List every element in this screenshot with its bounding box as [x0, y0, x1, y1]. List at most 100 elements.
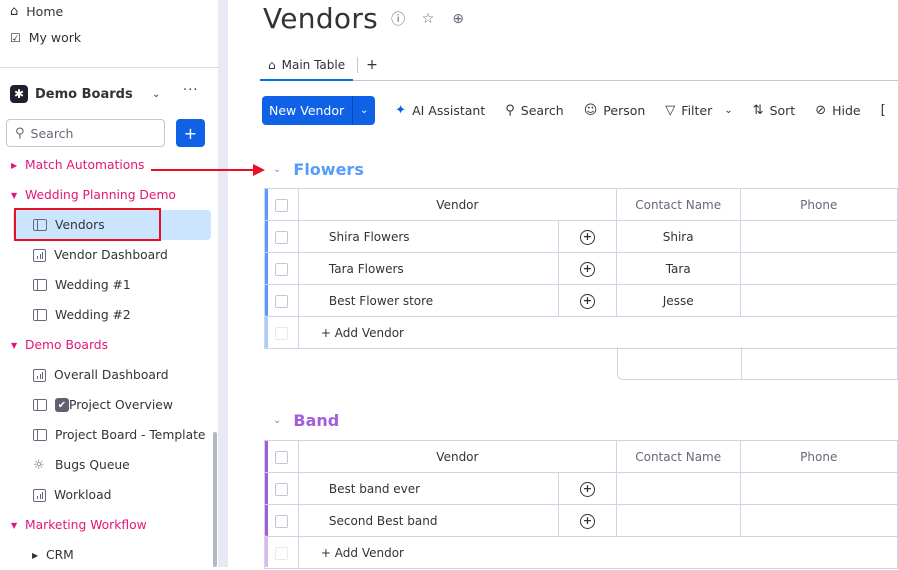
folder-match-automations[interactable]: ▶ Match Automations [0, 150, 219, 180]
nav-home[interactable]: ⌂ Home [0, 0, 219, 22]
contact-cell[interactable] [615, 472, 741, 505]
sidebar-item-crm[interactable]: ▶ CRM [0, 540, 219, 570]
add-vendor-input[interactable]: + Add Vendor [297, 536, 898, 569]
add-update-cell[interactable]: + [558, 220, 617, 253]
info-icon[interactable]: ⓘ [388, 9, 408, 29]
column-header-vendor[interactable]: Vendor [297, 188, 617, 221]
eye-off-icon: ⊘ [815, 103, 827, 118]
select-all-checkbox[interactable] [264, 440, 299, 473]
table-row[interactable]: Shira Flowers + Shira [264, 220, 898, 253]
sort-button[interactable]: ⇅ Sort [753, 103, 796, 118]
folder-demo-boards[interactable]: ▼ Demo Boards [0, 330, 219, 360]
nav-home-label: Home [26, 3, 64, 19]
row-checkbox[interactable] [264, 284, 299, 317]
workspace-header[interactable]: ✱ Demo Boards ⌄ ··· [10, 82, 210, 106]
add-update-icon[interactable]: + [579, 513, 595, 529]
add-update-cell[interactable]: + [558, 504, 617, 537]
select-all-checkbox[interactable] [264, 188, 299, 221]
bug-icon: ☼ [33, 457, 45, 473]
filter-button[interactable]: ▽ Filter ⌄ [665, 103, 732, 118]
add-view-button[interactable]: + [366, 57, 378, 73]
vendor-name-cell[interactable]: Shira Flowers [297, 220, 560, 253]
caret-right-icon: ▶ [32, 550, 39, 560]
chevron-down-icon[interactable]: ⌄ [353, 105, 375, 116]
add-update-cell[interactable]: + [558, 252, 617, 285]
chevron-down-icon[interactable]: ⌄ [724, 105, 732, 116]
row-checkbox[interactable] [264, 252, 299, 285]
vendor-name-cell[interactable]: Second Best band [297, 504, 560, 537]
row-checkbox[interactable] [264, 504, 299, 537]
add-row[interactable]: + Add Vendor [264, 316, 898, 349]
ai-assistant-button[interactable]: ✦ AI Assistant [395, 103, 485, 118]
sidebar-item-workload[interactable]: Workload [0, 480, 219, 510]
search-button[interactable]: ⚲ Search [505, 103, 563, 118]
folder-marketing-workflow[interactable]: ▼ Marketing Workflow [0, 510, 219, 540]
new-vendor-button[interactable]: New Vendor ⌄ [262, 96, 376, 125]
sidebar-item-wedding-1[interactable]: Wedding #1 [0, 270, 219, 300]
phone-cell[interactable] [739, 504, 898, 537]
main-content: Vendors ⓘ ☆ ⊕ ⌂ Main Table + New Vendor … [228, 0, 898, 569]
column-header-contact[interactable]: Contact Name [615, 188, 741, 221]
sidebar-item-project-overview[interactable]: ✔ Project Overview [0, 390, 219, 420]
table-row[interactable]: Tara Flowers + Tara [264, 252, 898, 285]
group-band-header[interactable]: ⌄ Band [273, 411, 339, 430]
folder-label: Wedding Planning Demo [25, 188, 176, 202]
sidebar-item-overall-dashboard[interactable]: Overall Dashboard [0, 360, 219, 390]
column-header-phone[interactable]: Phone [739, 188, 898, 221]
add-vendor-input[interactable]: + Add Vendor [297, 316, 898, 349]
page-title: Vendors [263, 2, 379, 35]
sidebar-item-wedding-2[interactable]: Wedding #2 [0, 300, 219, 330]
board-label: CRM [46, 548, 74, 562]
vendor-name-cell[interactable]: Best band ever [297, 472, 560, 505]
table-row[interactable]: Best Flower store + Jesse [264, 284, 898, 317]
column-header-contact[interactable]: Contact Name [615, 440, 741, 473]
folder-label: Match Automations [25, 158, 145, 172]
row-checkbox[interactable] [264, 220, 299, 253]
chevron-down-icon[interactable]: ⌄ [273, 164, 281, 175]
phone-cell[interactable] [739, 472, 898, 505]
column-header-phone[interactable]: Phone [739, 440, 898, 473]
add-update-cell[interactable]: + [558, 284, 617, 317]
phone-cell[interactable] [739, 284, 898, 317]
vendor-name-cell[interactable]: Tara Flowers [297, 252, 560, 285]
table-row[interactable]: Best band ever + [264, 472, 898, 505]
group-flowers-header[interactable]: ⌄ Flowers [273, 160, 364, 179]
more-options-icon[interactable]: ··· [183, 83, 198, 98]
hide-button[interactable]: ⊘ Hide [815, 103, 860, 118]
tab-main-table[interactable]: ⌂ Main Table [260, 50, 354, 81]
contact-cell[interactable]: Tara [615, 252, 741, 285]
add-update-icon[interactable]: + [579, 481, 595, 497]
person-filter-button[interactable]: ☺ Person [584, 103, 646, 118]
person-label: Person [603, 103, 646, 118]
column-header-vendor[interactable]: Vendor [297, 440, 617, 473]
nav-my-work[interactable]: ☑ My work [0, 22, 219, 53]
add-update-icon[interactable]: + [579, 261, 595, 277]
star-icon[interactable]: ☆ [418, 11, 438, 27]
sidebar-search-input[interactable]: ⚲ Search [6, 119, 165, 147]
group-by-button[interactable]: [ [881, 103, 886, 118]
row-checkbox[interactable] [264, 472, 299, 505]
chevron-down-icon[interactable]: ⌄ [273, 415, 281, 426]
table-row[interactable]: Second Best band + [264, 504, 898, 537]
add-update-icon[interactable]: ⊕ [448, 11, 468, 27]
sidebar-scrollbar[interactable] [213, 432, 217, 567]
dashboard-icon [33, 248, 46, 262]
sidebar-item-vendor-dashboard[interactable]: Vendor Dashboard [0, 240, 219, 270]
sidebar-item-bugs-queue[interactable]: ☼ Bugs Queue [0, 450, 219, 480]
add-row[interactable]: + Add Vendor [264, 536, 898, 569]
vendor-name-cell[interactable]: Best Flower store [297, 284, 560, 317]
board-label: Wedding #2 [55, 308, 131, 322]
contact-cell[interactable]: Shira [615, 220, 741, 253]
board-label: Project Board - Template [55, 428, 206, 442]
chevron-down-icon[interactable]: ⌄ [152, 89, 160, 100]
phone-cell[interactable] [739, 252, 898, 285]
add-update-icon[interactable]: + [579, 229, 595, 245]
sidebar-item-project-board-template[interactable]: Project Board - Template [0, 420, 219, 450]
phone-cell[interactable] [739, 220, 898, 253]
contact-cell[interactable]: Jesse [615, 284, 741, 317]
contact-cell[interactable] [615, 504, 741, 537]
folder-wedding-planning-demo[interactable]: ▼ Wedding Planning Demo [0, 180, 219, 210]
add-update-icon[interactable]: + [579, 293, 595, 309]
add-update-cell[interactable]: + [558, 472, 617, 505]
add-item-button[interactable]: + [176, 119, 205, 147]
